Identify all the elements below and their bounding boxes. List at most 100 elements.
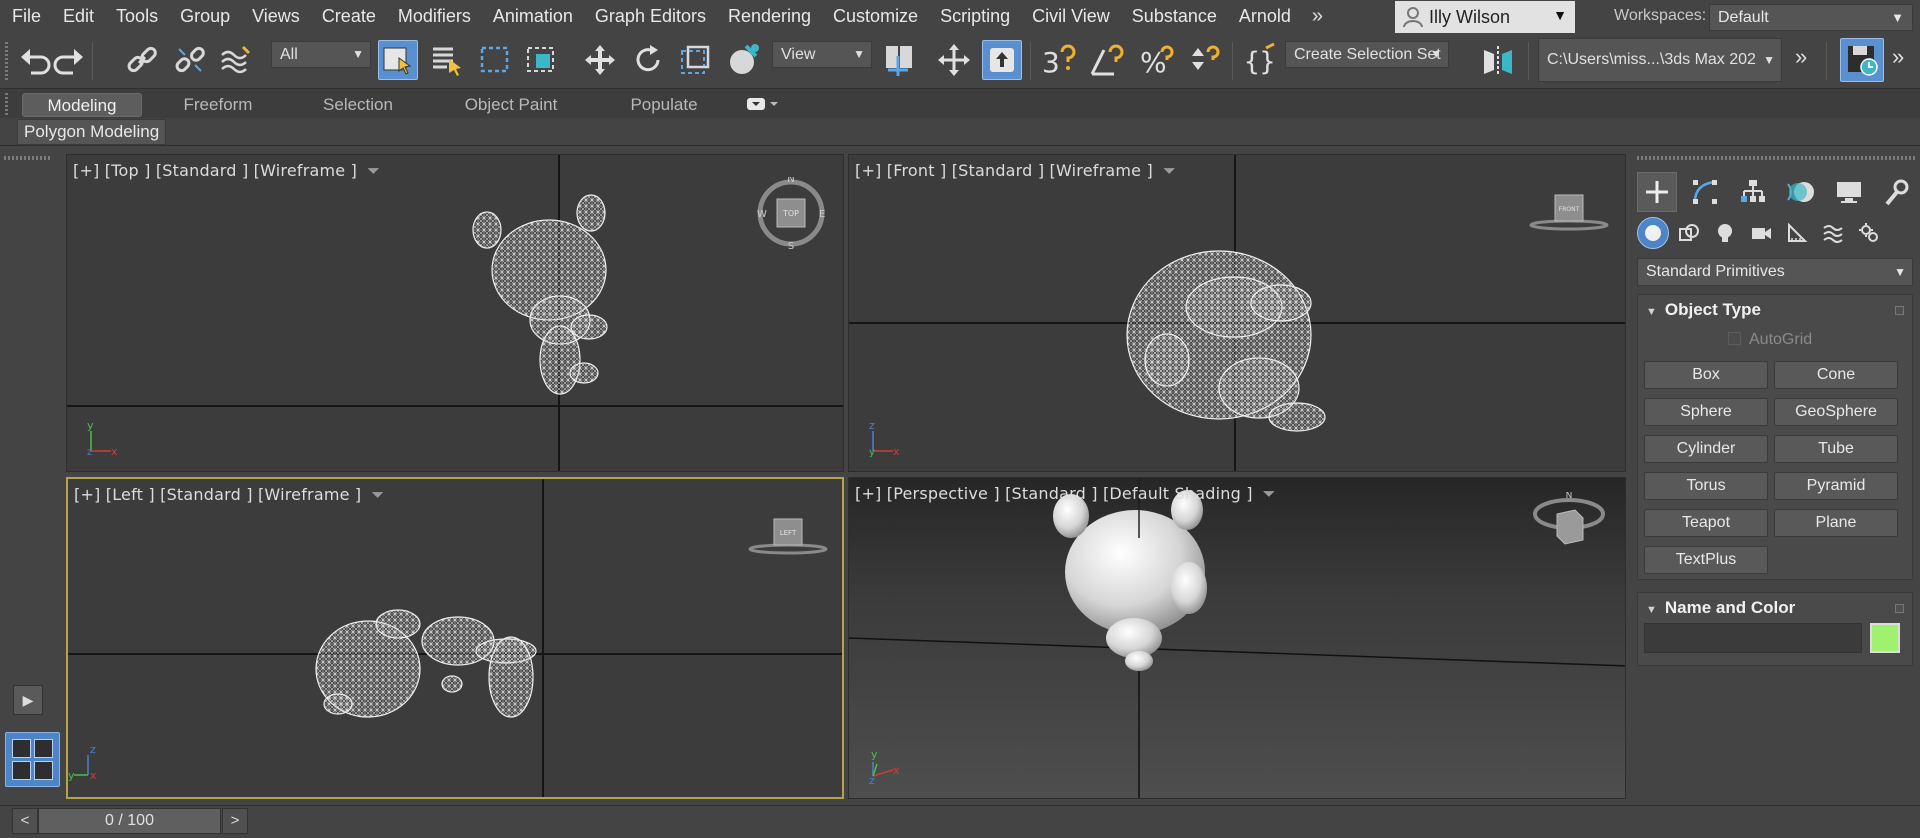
viewcube-top[interactable]: TOP N S W E — [755, 177, 827, 249]
menu-group[interactable]: Group — [169, 0, 241, 32]
torus-button[interactable]: Torus — [1644, 472, 1768, 500]
menu-tools[interactable]: Tools — [105, 0, 169, 32]
menu-views[interactable]: Views — [241, 0, 311, 32]
pivot-center-button[interactable] — [878, 40, 918, 80]
placement-button[interactable] — [724, 40, 764, 80]
project-folder-select[interactable]: C:\Users\miss...\3ds Max 202 ▼ — [1538, 38, 1782, 82]
cylinder-button[interactable]: Cylinder — [1644, 435, 1768, 463]
panel-grip[interactable] — [1637, 156, 1917, 160]
menu-modifiers[interactable]: Modifiers — [387, 0, 482, 32]
space-warps-category-button[interactable] — [1817, 217, 1849, 249]
rotate-button[interactable] — [628, 40, 668, 80]
edit-named-selection-button[interactable]: {} — [1240, 40, 1280, 80]
menu-graph-editors[interactable]: Graph Editors — [584, 0, 717, 32]
selection-filter-select[interactable]: All ▼ — [271, 41, 371, 68]
menu-substance[interactable]: Substance — [1121, 0, 1228, 32]
menu-rendering[interactable]: Rendering — [717, 0, 822, 32]
shapes-category-button[interactable] — [1673, 217, 1705, 249]
filter-icon[interactable]: ⏷ — [367, 161, 380, 181]
window-crossing-button[interactable] — [521, 40, 561, 80]
angle-snap-button[interactable] — [1086, 40, 1126, 80]
modify-tab[interactable] — [1685, 172, 1725, 212]
teapot-button[interactable]: Teapot — [1644, 509, 1768, 537]
time-slider[interactable]: 0 / 100 — [38, 808, 221, 834]
viewport-front[interactable]: [+] [Front ] [Standard ] [Wireframe ] ⏷ F… — [848, 154, 1626, 472]
tube-button[interactable]: Tube — [1774, 435, 1898, 463]
motion-tab[interactable] — [1781, 172, 1821, 212]
menu-civil-view[interactable]: Civil View — [1021, 0, 1121, 32]
menu-file[interactable]: File — [0, 0, 52, 32]
box-button[interactable]: Box — [1644, 361, 1768, 389]
select-by-name-button[interactable] — [428, 40, 468, 80]
menu-create[interactable]: Create — [311, 0, 387, 32]
display-tab[interactable] — [1829, 172, 1869, 212]
viewport-top[interactable]: [+] [Top ] [Standard ] [Wireframe ] ⏷ TOP… — [66, 154, 844, 472]
filter-icon[interactable]: ⏷ — [371, 485, 384, 505]
polygon-modeling-panel[interactable]: Polygon Modeling — [17, 119, 167, 145]
toolbar-grip[interactable] — [5, 42, 8, 80]
tab-selection[interactable]: Selection — [298, 93, 418, 117]
utilities-tab[interactable] — [1875, 172, 1915, 212]
filter-icon[interactable]: ⏷ — [1263, 484, 1276, 504]
systems-category-button[interactable] — [1853, 217, 1885, 249]
toolbar-overflow-button[interactable]: » — [1795, 44, 1807, 70]
ribbon-options-button[interactable] — [746, 95, 780, 113]
tab-modeling[interactable]: Modeling — [22, 93, 142, 117]
save-scene-button[interactable] — [1840, 38, 1884, 82]
unlink-button[interactable] — [170, 40, 210, 80]
tab-populate[interactable]: Populate — [604, 93, 724, 117]
hierarchy-tab[interactable] — [1733, 172, 1773, 212]
viewport-left[interactable]: [+] [Left ] [Standard ] [Wireframe ] ⏷ LE… — [66, 477, 844, 799]
helpers-category-button[interactable] — [1781, 217, 1813, 249]
viewport-label[interactable]: [+] [Front ] [Standard ] [Wireframe ] ⏷ — [855, 161, 1176, 181]
create-tab[interactable] — [1637, 172, 1677, 212]
object-type-header[interactable]: ▼ Object Type — [1638, 295, 1912, 325]
snaps-toggle-button[interactable]: 3 — [1038, 40, 1078, 80]
menu-overflow-button[interactable]: » — [1302, 0, 1333, 32]
object-category-select[interactable]: Standard Primitives ▼ — [1637, 258, 1913, 286]
pin-icon[interactable] — [1895, 604, 1904, 613]
viewport-label[interactable]: [+] [Left ] [Standard ] [Wireframe ] ⏷ — [74, 485, 384, 505]
expand-layout-button[interactable]: ▶ — [13, 685, 43, 715]
viewcube-front[interactable]: FRONT — [1529, 193, 1609, 233]
rectangular-selection-button[interactable] — [475, 40, 515, 80]
redo-button[interactable] — [48, 40, 88, 80]
mirror-button[interactable] — [1478, 40, 1518, 80]
percent-snap-button[interactable]: % — [1136, 40, 1176, 80]
selection-set-select[interactable]: Create Selection Set ▼ — [1285, 41, 1449, 68]
workspace-select[interactable]: Default ▼ — [1709, 4, 1913, 31]
viewport-label[interactable]: [+] [Perspective ] [Standard ] [Default … — [855, 484, 1276, 504]
plane-button[interactable]: Plane — [1774, 509, 1898, 537]
strip-grip[interactable] — [4, 156, 52, 160]
object-name-input[interactable] — [1644, 623, 1862, 653]
keyboard-shortcut-override-button[interactable] — [982, 40, 1022, 80]
autogrid-checkbox[interactable]: AutoGrid — [1728, 331, 1812, 349]
menu-animation[interactable]: Animation — [482, 0, 584, 32]
viewcube-perspective[interactable]: N — [1529, 492, 1609, 556]
menu-customize[interactable]: Customize — [822, 0, 929, 32]
select-object-button[interactable] — [378, 40, 418, 80]
object-color-swatch[interactable] — [1870, 623, 1900, 653]
cone-button[interactable]: Cone — [1774, 361, 1898, 389]
spinner-snap-button[interactable] — [1184, 40, 1224, 80]
bind-space-warp-button[interactable] — [216, 40, 256, 80]
menu-arnold[interactable]: Arnold — [1228, 0, 1302, 32]
geosphere-button[interactable]: GeoSphere — [1774, 398, 1898, 426]
viewcube-left[interactable]: LEFT — [748, 517, 828, 557]
pyramid-button[interactable]: Pyramid — [1774, 472, 1898, 500]
cameras-category-button[interactable] — [1745, 217, 1777, 249]
move-button[interactable] — [580, 40, 620, 80]
menu-edit[interactable]: Edit — [52, 0, 105, 32]
lights-category-button[interactable] — [1709, 217, 1741, 249]
scale-button[interactable] — [675, 40, 715, 80]
pin-icon[interactable] — [1895, 306, 1904, 315]
previous-frame-button[interactable]: < — [12, 808, 38, 834]
textplus-button[interactable]: TextPlus — [1644, 546, 1768, 574]
viewport-layout-button[interactable] — [5, 732, 60, 787]
reference-coordinate-select[interactable]: View ▼ — [772, 41, 872, 68]
geometry-category-button[interactable] — [1637, 217, 1669, 249]
user-account-dropdown[interactable]: Illy Wilson ▼ — [1395, 1, 1575, 33]
viewport-perspective[interactable]: [+] [Perspective ] [Standard ] [Default … — [848, 477, 1626, 799]
viewport-label[interactable]: [+] [Top ] [Standard ] [Wireframe ] ⏷ — [73, 161, 380, 181]
menu-scripting[interactable]: Scripting — [929, 0, 1021, 32]
